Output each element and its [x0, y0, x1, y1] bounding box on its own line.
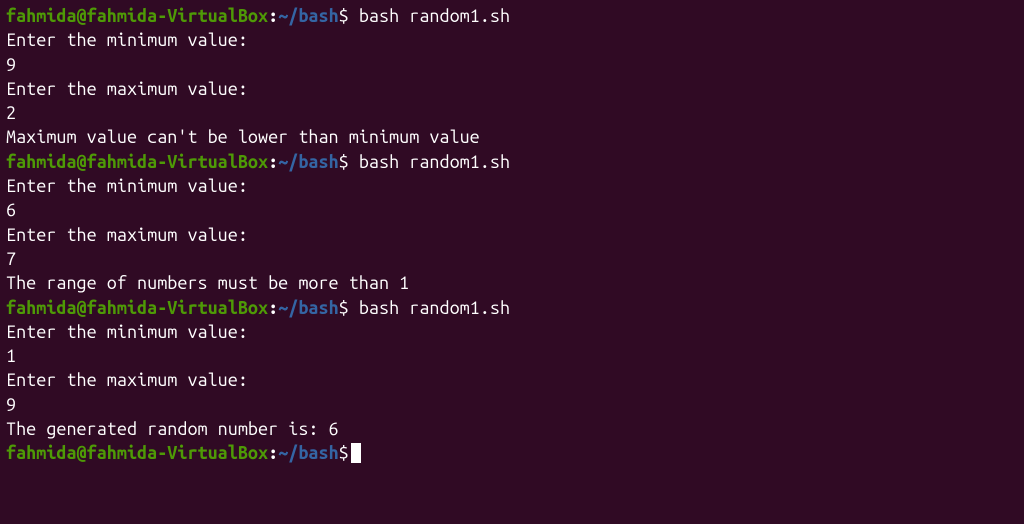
user-host: fahmida@fahmida-VirtualBox	[6, 6, 268, 26]
user-host: fahmida@fahmida-VirtualBox	[6, 443, 268, 463]
output-line: 6	[6, 198, 1018, 222]
prompt-dollar: $	[339, 6, 349, 26]
prompt-line[interactable]: fahmida@fahmida-VirtualBox:~/bash$	[6, 441, 1018, 465]
user-host: fahmida@fahmida-VirtualBox	[6, 298, 268, 318]
output-line: Enter the maximum value:	[6, 368, 1018, 392]
prompt-colon: :	[268, 298, 278, 318]
output-line: Maximum value can't be lower than minimu…	[6, 125, 1018, 149]
prompt-colon: :	[268, 6, 278, 26]
command-text: bash random1.sh	[349, 6, 510, 26]
prompt-path: ~/bash	[278, 6, 338, 26]
output-line: The generated random number is: 6	[6, 417, 1018, 441]
cursor	[351, 443, 361, 463]
prompt-colon: :	[268, 152, 278, 172]
output-line: Enter the minimum value:	[6, 174, 1018, 198]
output-line: 1	[6, 344, 1018, 368]
output-line: Enter the minimum value:	[6, 320, 1018, 344]
command-text: bash random1.sh	[349, 152, 510, 172]
prompt-path: ~/bash	[278, 298, 338, 318]
output-line: Enter the maximum value:	[6, 223, 1018, 247]
prompt-line[interactable]: fahmida@fahmida-VirtualBox:~/bash$ bash …	[6, 150, 1018, 174]
command-text: bash random1.sh	[349, 298, 510, 318]
output-line: Enter the maximum value:	[6, 77, 1018, 101]
output-line: 9	[6, 393, 1018, 417]
prompt-dollar: $	[339, 152, 349, 172]
output-line: Enter the minimum value:	[6, 28, 1018, 52]
prompt-dollar: $	[339, 443, 349, 463]
output-line: 2	[6, 101, 1018, 125]
user-host: fahmida@fahmida-VirtualBox	[6, 152, 268, 172]
prompt-colon: :	[268, 443, 278, 463]
prompt-line[interactable]: fahmida@fahmida-VirtualBox:~/bash$ bash …	[6, 4, 1018, 28]
output-line: 9	[6, 53, 1018, 77]
prompt-line[interactable]: fahmida@fahmida-VirtualBox:~/bash$ bash …	[6, 296, 1018, 320]
prompt-path: ~/bash	[278, 443, 338, 463]
prompt-dollar: $	[339, 298, 349, 318]
output-line: The range of numbers must be more than 1	[6, 271, 1018, 295]
output-line: 7	[6, 247, 1018, 271]
terminal-output[interactable]: fahmida@fahmida-VirtualBox:~/bash$ bash …	[6, 4, 1018, 466]
prompt-path: ~/bash	[278, 152, 338, 172]
